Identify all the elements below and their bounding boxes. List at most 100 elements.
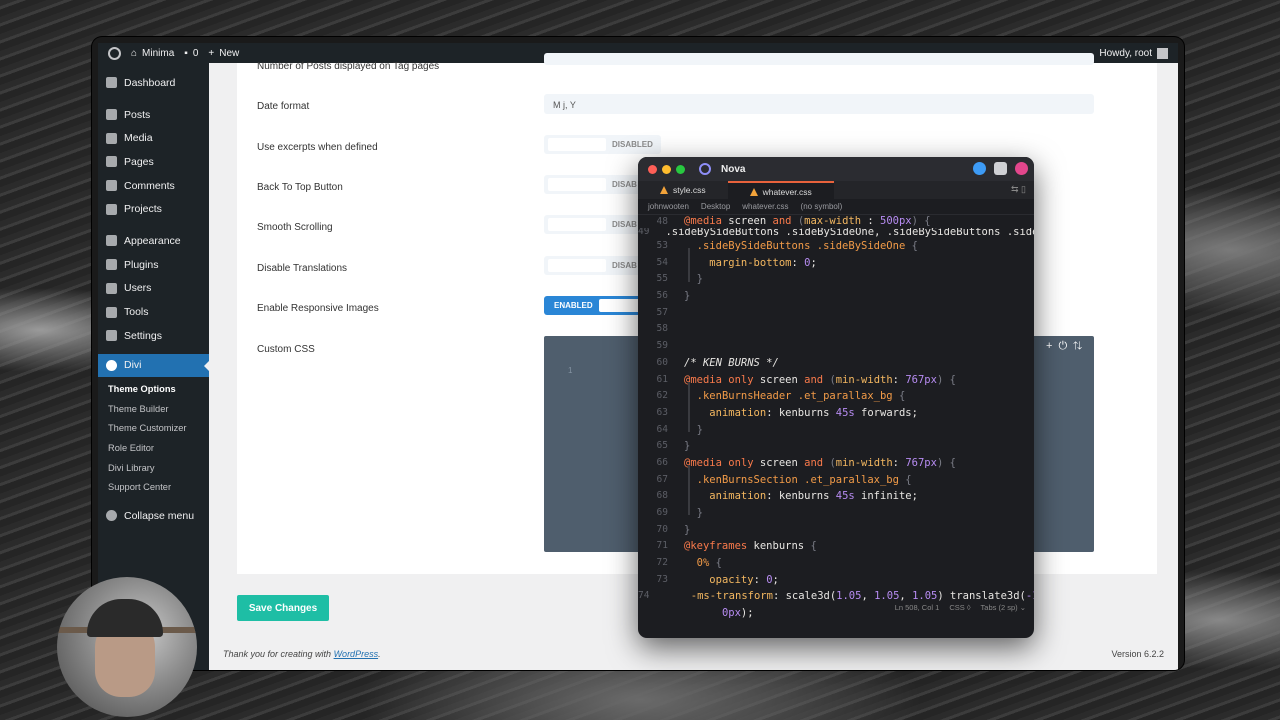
comment-icon: ▪ <box>184 47 188 59</box>
indent-guide <box>688 248 690 282</box>
excerpts-toggle[interactable]: DISABLED <box>544 135 661 154</box>
tab-style-css[interactable]: style.css <box>638 181 728 199</box>
menu-divi[interactable]: Divi <box>98 353 209 378</box>
media-icon <box>106 132 117 144</box>
menu-label: Comments <box>124 179 175 192</box>
menu-label: Media <box>124 132 153 145</box>
submenu-support-center[interactable]: Support Center <box>98 478 209 498</box>
submenu-theme-customizer[interactable]: Theme Customizer <box>98 419 209 439</box>
code-area[interactable]: 48 @media screen and (max-width : 500px) … <box>638 215 1034 621</box>
app-name: Nova <box>721 163 746 175</box>
wordpress-link[interactable]: WordPress <box>334 649 379 659</box>
toggle-state: DISABLED <box>612 140 653 149</box>
menu-label: Appearance <box>124 234 181 247</box>
css-file-icon <box>749 188 758 196</box>
indent-guide <box>688 382 690 432</box>
line-number: 48 <box>656 216 668 227</box>
brush-icon <box>106 235 117 247</box>
submenu-theme-options[interactable]: Theme Options <box>98 380 209 400</box>
responsive-images-label: Enable Responsive Images <box>257 303 379 314</box>
custom-css-label: Custom CSS <box>257 344 315 355</box>
css-file-icon <box>660 186 668 194</box>
wrench-icon <box>106 306 117 318</box>
menu-posts[interactable]: Posts <box>98 103 209 127</box>
menu-projects[interactable]: Projects <box>98 197 209 221</box>
submenu-divi-library[interactable]: Divi Library <box>98 459 209 479</box>
menu-appearance[interactable]: Appearance <box>98 229 209 253</box>
menu-users[interactable]: Users <box>98 277 209 301</box>
toggle-state: ENABLED <box>554 301 593 310</box>
menu-media[interactable]: Media <box>98 126 209 150</box>
date-format-input[interactable]: M j, Y <box>544 94 1094 114</box>
back-to-top-label: Back To Top Button <box>257 182 343 193</box>
plug-icon <box>106 259 117 271</box>
crumb-symbol[interactable]: (no symbol) <box>801 202 843 211</box>
preview-icon[interactable] <box>973 162 986 175</box>
collapse-menu[interactable]: Collapse menu <box>98 504 209 528</box>
smooth-scrolling-label: Smooth Scrolling <box>257 222 333 233</box>
menu-tools[interactable]: Tools <box>98 300 209 324</box>
submenu-role-editor[interactable]: Role Editor <box>98 439 209 459</box>
toggle-state: DISAB <box>612 220 637 229</box>
footer-text: Thank you for creating with <box>223 649 334 659</box>
disable-translations-label: Disable Translations <box>257 263 348 274</box>
tag-pages-label: Number of Posts displayed on Tag pages <box>257 61 440 72</box>
menu-label: Dashboard <box>124 76 176 89</box>
language-mode[interactable]: CSS ◊ <box>949 600 970 617</box>
account-link[interactable]: Howdy, root <box>1099 43 1168 63</box>
home-icon: ⌂ <box>131 47 138 59</box>
collapse-icon <box>106 510 117 522</box>
crumb-file[interactable]: whatever.css <box>742 202 788 211</box>
new-label: New <box>219 47 240 59</box>
comments-link[interactable]: ▪ 0 <box>184 43 198 63</box>
plus-icon[interactable]: + <box>1046 340 1058 352</box>
menu-label: Users <box>124 282 152 295</box>
editor-tools[interactable]: +⏻⇅ <box>1046 340 1088 353</box>
avatar <box>1157 47 1168 59</box>
new-link[interactable]: + New <box>208 43 239 63</box>
settings-icon <box>106 330 117 342</box>
menu-label: Posts <box>124 108 151 121</box>
zoom-icon[interactable] <box>676 164 685 174</box>
toggle-knob <box>548 218 606 231</box>
menu-label: Tools <box>124 306 149 319</box>
tag-pages-input[interactable] <box>544 53 1094 65</box>
comment-icon <box>106 180 117 192</box>
divi-icon <box>106 359 117 371</box>
save-changes-button[interactable]: Save Changes <box>237 595 329 621</box>
minimize-icon[interactable] <box>662 164 671 174</box>
footer-thanks: Thank you for creating with WordPress. <box>223 649 381 659</box>
toggle-knob <box>548 259 606 272</box>
menu-label: Projects <box>124 203 162 216</box>
sort-icon[interactable]: ⇅ <box>1073 340 1088 352</box>
dashboard-icon <box>106 77 117 89</box>
crumb-folder[interactable]: johnwooten <box>648 202 689 211</box>
menu-dashboard[interactable]: Dashboard <box>98 71 209 95</box>
presenter-cap <box>87 599 163 637</box>
comment-count: 0 <box>192 47 199 59</box>
submenu-theme-builder[interactable]: Theme Builder <box>98 400 209 420</box>
menu-settings[interactable]: Settings <box>98 324 209 348</box>
plus-icon: + <box>208 47 215 59</box>
site-name-link[interactable]: ⌂ Minima <box>131 43 174 63</box>
close-icon[interactable] <box>648 164 657 174</box>
power-icon[interactable]: ⏻ <box>1058 340 1073 352</box>
code-line: .sideBySideButtons .sideBySideOne, .side… <box>665 228 1034 238</box>
split-icon[interactable]: ⇆ ▯ <box>1011 184 1026 195</box>
menu-label: Plugins <box>124 258 159 271</box>
menu-comments[interactable]: Comments <box>98 174 209 198</box>
line-number: 49 <box>638 228 650 237</box>
panel-icon[interactable] <box>994 162 1007 175</box>
menu-plugins[interactable]: Plugins <box>98 253 209 277</box>
indent-mode[interactable]: Tabs (2 sp) ⌄ <box>981 600 1026 617</box>
tab-whatever-css[interactable]: whatever.css <box>727 181 834 199</box>
cursor-position[interactable]: Ln 508, Col 1 <box>895 600 940 617</box>
wp-logo[interactable] <box>108 43 121 63</box>
page-icon <box>106 156 117 168</box>
crumb-desktop[interactable]: Desktop <box>701 202 730 211</box>
user-icon <box>106 282 117 294</box>
menu-pages[interactable]: Pages <box>98 150 209 174</box>
menu-label: Pages <box>124 155 154 168</box>
nova-editor-window: Nova style.css whatever.css ⇆ ▯ johnwoot… <box>638 157 1034 638</box>
extensions-icon[interactable] <box>1015 162 1028 175</box>
